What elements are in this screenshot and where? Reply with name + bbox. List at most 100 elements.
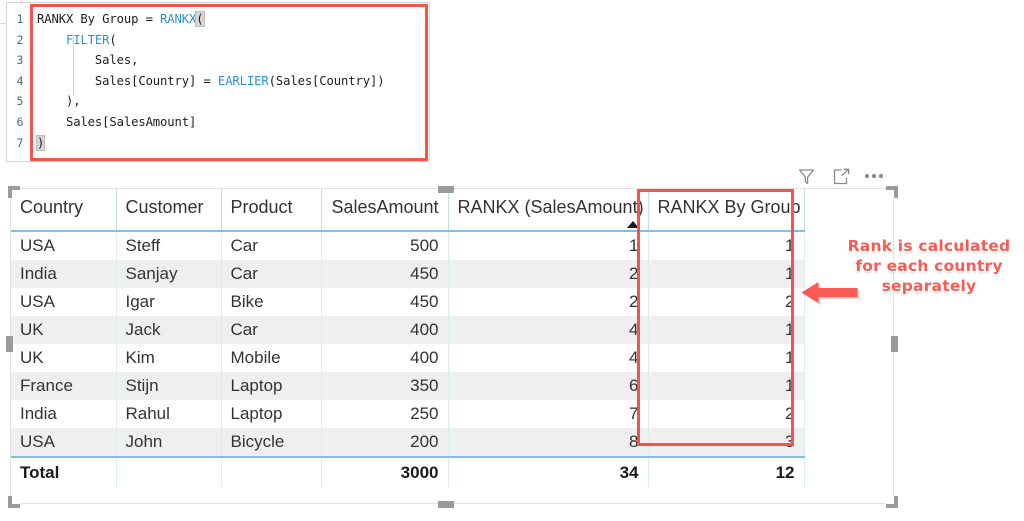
column-header-label: RANKX By Group bbox=[658, 197, 801, 217]
cell-group[interactable]: 2 bbox=[648, 400, 804, 428]
total-cell-rankx: 34 bbox=[448, 457, 648, 487]
cell-amount[interactable]: 400 bbox=[321, 316, 448, 344]
editor-code-line[interactable]: Sales, bbox=[37, 50, 429, 71]
code-token-match: ( bbox=[196, 12, 203, 26]
editor-line-number: 2 bbox=[7, 30, 33, 51]
editor-line-number: 4 bbox=[7, 71, 33, 92]
cell-group[interactable]: 1 bbox=[648, 231, 804, 260]
dax-formula-editor[interactable]: 1234567 RANKX By Group = RANKX( FILTER( … bbox=[6, 2, 430, 162]
cell-rankx[interactable]: 8 bbox=[448, 428, 648, 457]
focus-mode-icon[interactable] bbox=[830, 165, 852, 187]
resize-handle-top-right[interactable] bbox=[886, 186, 898, 198]
cell-rankx[interactable]: 4 bbox=[448, 344, 648, 372]
cell-country[interactable]: India bbox=[11, 260, 116, 288]
cell-product[interactable]: Bicycle bbox=[221, 428, 321, 457]
editor-line-number: 6 bbox=[7, 112, 33, 133]
editor-code-line[interactable]: ) bbox=[37, 133, 429, 154]
editor-code-line[interactable]: FILTER( bbox=[37, 30, 429, 51]
table-row[interactable]: USAJohnBicycle20083 bbox=[11, 428, 893, 457]
column-header-rankx[interactable]: RANKX (SalesAmount) bbox=[448, 189, 648, 231]
cell-country[interactable]: USA bbox=[11, 231, 116, 260]
cell-rankx[interactable]: 2 bbox=[448, 288, 648, 316]
cell-customer[interactable]: Igar bbox=[116, 288, 221, 316]
cell-rankx[interactable]: 4 bbox=[448, 316, 648, 344]
cell-product[interactable]: Car bbox=[221, 260, 321, 288]
cell-customer[interactable]: Stijn bbox=[116, 372, 221, 400]
cell-customer[interactable]: Rahul bbox=[116, 400, 221, 428]
cell-rankx[interactable]: 1 bbox=[448, 231, 648, 260]
cell-product[interactable]: Laptop bbox=[221, 372, 321, 400]
cell-amount[interactable]: 500 bbox=[321, 231, 448, 260]
column-header-product[interactable]: Product bbox=[221, 189, 321, 231]
column-header-country[interactable]: Country bbox=[11, 189, 116, 231]
editor-line-number: 5 bbox=[7, 91, 33, 112]
cell-group[interactable]: 1 bbox=[648, 372, 804, 400]
cell-product[interactable]: Car bbox=[221, 231, 321, 260]
editor-code-area[interactable]: RANKX By Group = RANKX( FILTER( Sales, S… bbox=[33, 3, 429, 161]
table-row[interactable]: FranceStijnLaptop35061 bbox=[11, 372, 893, 400]
cell-group[interactable]: 3 bbox=[648, 428, 804, 457]
table-row[interactable]: USAIgarBike45022 bbox=[11, 288, 893, 316]
code-token-ref: Sales, bbox=[95, 53, 138, 67]
cell-country[interactable]: UK bbox=[11, 316, 116, 344]
table-row[interactable]: IndiaRahulLaptop25072 bbox=[11, 400, 893, 428]
editor-code-line[interactable]: RANKX By Group = RANKX( bbox=[37, 9, 429, 30]
cell-group[interactable]: 1 bbox=[648, 316, 804, 344]
code-token-match: ) bbox=[37, 136, 44, 150]
editor-code-line[interactable]: ), bbox=[37, 91, 429, 112]
cell-amount[interactable]: 450 bbox=[321, 288, 448, 316]
cell-amount[interactable]: 350 bbox=[321, 372, 448, 400]
cell-amount[interactable]: 400 bbox=[321, 344, 448, 372]
cell-country[interactable]: USA bbox=[11, 288, 116, 316]
column-header-label: Product bbox=[231, 197, 293, 217]
cell-country[interactable]: India bbox=[11, 400, 116, 428]
resize-handle-top-left[interactable] bbox=[8, 186, 20, 198]
code-token-fn: EARLIER bbox=[218, 74, 269, 88]
column-header-label: Customer bbox=[126, 197, 204, 217]
annotation-line-3: separately bbox=[838, 276, 1020, 296]
resize-handle-bottom-right[interactable] bbox=[886, 496, 898, 508]
table-row[interactable]: USASteffCar50011 bbox=[11, 231, 893, 260]
table-row[interactable]: UKJackCar40041 bbox=[11, 316, 893, 344]
cell-country[interactable]: USA bbox=[11, 428, 116, 457]
cell-customer[interactable]: John bbox=[116, 428, 221, 457]
code-token-fn: RANKX bbox=[160, 12, 196, 26]
cell-group[interactable]: 1 bbox=[648, 260, 804, 288]
cell-rankx[interactable]: 7 bbox=[448, 400, 648, 428]
visual-header-toolbar[interactable] bbox=[795, 163, 900, 189]
cell-rankx[interactable]: 2 bbox=[448, 260, 648, 288]
cell-customer[interactable]: Steff bbox=[116, 231, 221, 260]
cell-customer[interactable]: Jack bbox=[116, 316, 221, 344]
cell-amount[interactable]: 450 bbox=[321, 260, 448, 288]
column-header-group[interactable]: RANKX By Group bbox=[648, 189, 804, 231]
filter-icon[interactable] bbox=[795, 165, 817, 187]
cell-group[interactable]: 1 bbox=[648, 344, 804, 372]
table-row[interactable]: UKKimMobile40041 bbox=[11, 344, 893, 372]
column-header-amount[interactable]: SalesAmount bbox=[321, 189, 448, 231]
cell-amount[interactable]: 250 bbox=[321, 400, 448, 428]
editor-code-line[interactable]: Sales[Country] = EARLIER(Sales[Country]) bbox=[37, 71, 429, 92]
rankx-results-table[interactable]: Country Customer Product SalesAmountRANKX (… bbox=[11, 189, 893, 487]
cell-country[interactable]: UK bbox=[11, 344, 116, 372]
resize-handle-top-middle[interactable] bbox=[438, 186, 454, 193]
cell-group[interactable]: 2 bbox=[648, 288, 804, 316]
more-options-icon[interactable] bbox=[865, 165, 883, 187]
resize-handle-bottom-left[interactable] bbox=[8, 496, 20, 508]
cell-amount[interactable]: 200 bbox=[321, 428, 448, 457]
annotation-arrow-icon bbox=[800, 278, 860, 306]
table-row[interactable]: IndiaSanjayCar45021 bbox=[11, 260, 893, 288]
cell-rankx[interactable]: 6 bbox=[448, 372, 648, 400]
cell-customer[interactable]: Kim bbox=[116, 344, 221, 372]
cell-filler bbox=[804, 428, 893, 457]
cell-product[interactable]: Mobile bbox=[221, 344, 321, 372]
cell-product[interactable]: Laptop bbox=[221, 400, 321, 428]
resize-handle-left-middle[interactable] bbox=[6, 336, 13, 352]
resize-handle-right-middle[interactable] bbox=[891, 336, 898, 352]
cell-customer[interactable]: Sanjay bbox=[116, 260, 221, 288]
resize-handle-bottom-middle[interactable] bbox=[438, 501, 454, 508]
editor-code-line[interactable]: Sales[SalesAmount] bbox=[37, 112, 429, 133]
column-header-customer[interactable]: Customer bbox=[116, 189, 221, 231]
cell-country[interactable]: France bbox=[11, 372, 116, 400]
cell-product[interactable]: Bike bbox=[221, 288, 321, 316]
cell-product[interactable]: Car bbox=[221, 316, 321, 344]
